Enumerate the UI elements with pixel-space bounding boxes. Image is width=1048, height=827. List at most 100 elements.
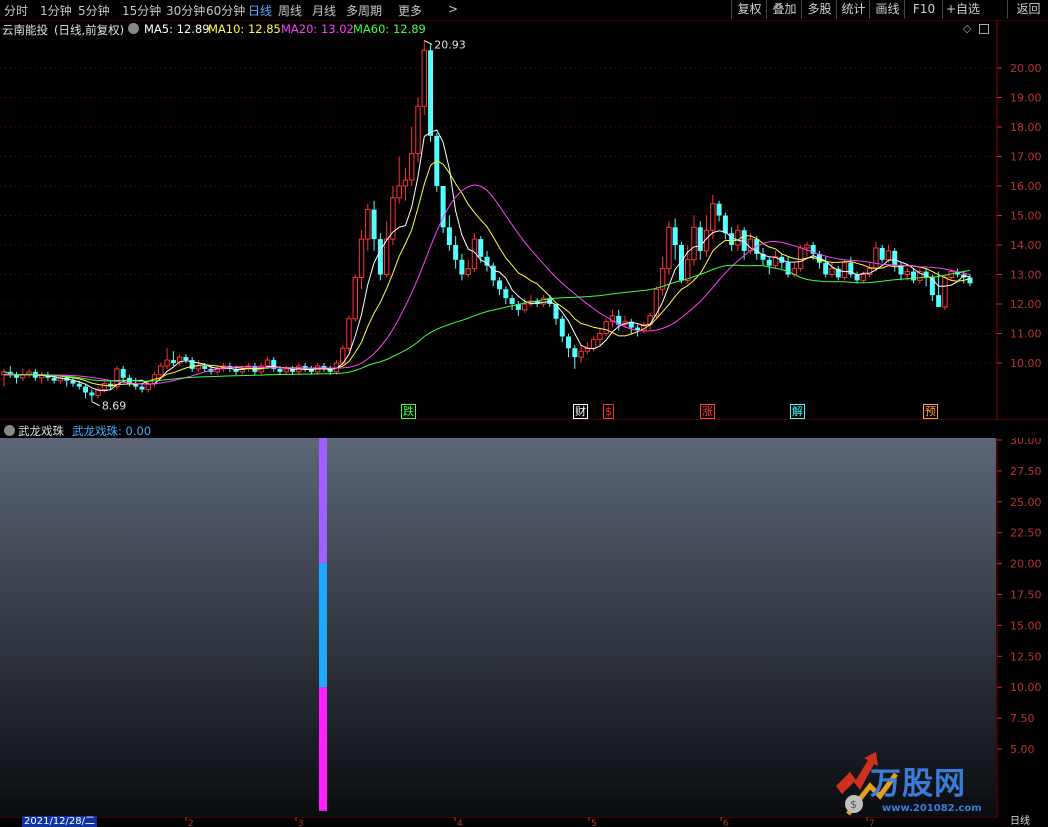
- event-marker-5[interactable]: 预: [923, 404, 938, 419]
- candle-body-8: [51, 377, 57, 381]
- candle-body-90: [566, 336, 572, 349]
- period-tab-1[interactable]: 1分钟: [40, 2, 72, 19]
- candle-body-154: [967, 277, 973, 284]
- period-tab-6[interactable]: 日线: [248, 2, 272, 19]
- toolbar-button-7[interactable]: 返回: [1007, 0, 1048, 19]
- candle-body-57: [358, 238, 365, 278]
- candle-body-66: [415, 105, 421, 155]
- candle-body-68: [428, 50, 434, 136]
- candle-body-86: [540, 297, 547, 305]
- candle-body-74: [465, 268, 471, 276]
- event-marker-0[interactable]: 跌: [401, 404, 416, 419]
- event-marker-3[interactable]: 涨: [700, 404, 715, 419]
- toolbar-button-6[interactable]: +自选: [942, 0, 983, 19]
- candle-body-27: [170, 360, 176, 363]
- candle-body-29: [183, 357, 189, 361]
- high-pointer: [424, 40, 433, 46]
- period-tab-0[interactable]: 分时: [4, 2, 28, 19]
- x-tick-label-1: 3: [298, 819, 304, 827]
- candle-body-61: [383, 238, 390, 276]
- period-tab-8[interactable]: 月线: [312, 2, 336, 19]
- toolbar-button-4[interactable]: 画线: [869, 0, 905, 19]
- candle-body-71: [446, 227, 452, 245]
- candle-body-117: [735, 229, 741, 246]
- indicator-bar-segment-1: [319, 563, 327, 688]
- candle-body-108: [678, 245, 684, 281]
- candle-body-95: [597, 333, 603, 340]
- watermark-url: www.201082.com: [882, 803, 982, 814]
- indicator-bar-segment-2: [319, 438, 327, 564]
- candle-body-115: [722, 215, 728, 234]
- period-tab-10[interactable]: 更多: [398, 2, 422, 19]
- y-tick-label-1: 11.00: [1010, 328, 1042, 341]
- candle-body-67: [421, 49, 427, 107]
- period-tab-4[interactable]: 30分钟: [166, 2, 205, 19]
- candle-body-19: [120, 368, 126, 378]
- period-tab-9[interactable]: 多周期: [346, 2, 382, 19]
- toolbar-button-5[interactable]: F10: [904, 0, 943, 19]
- y-tick-label-10: 20.00: [1010, 62, 1042, 75]
- candle-body-44: [277, 368, 283, 372]
- y-tick-label-7: 17.00: [1010, 151, 1042, 164]
- candle-body-26: [164, 359, 170, 367]
- candle-body-116: [729, 233, 735, 245]
- candle-body-13: [83, 386, 89, 393]
- toolbar-button-3[interactable]: 统计: [836, 0, 870, 19]
- period-tab-3[interactable]: 15分钟: [122, 2, 161, 19]
- candle-body-11: [70, 380, 76, 384]
- watermark-brand: 万股网: [870, 766, 966, 802]
- candle-body-73: [459, 259, 465, 275]
- candle-body-89: [559, 318, 565, 337]
- candle-body-64: [402, 179, 409, 187]
- period-tab-2[interactable]: 5分钟: [78, 2, 110, 19]
- candle-body-145: [911, 271, 917, 281]
- candle-body-114: [716, 203, 722, 216]
- candle-body-80: [503, 289, 509, 299]
- candlestick-chart: 10.00 11.00 12.00 13.00 14.00 15.00 16.00 17.00…: [0, 20, 1048, 420]
- candle-body-92: [578, 350, 584, 358]
- more-arrow-icon[interactable]: >: [448, 2, 458, 16]
- event-marker-4[interactable]: 解: [790, 404, 805, 419]
- candle-body-12: [76, 383, 82, 387]
- candle-body-134: [841, 262, 848, 278]
- ind-tick-label-0: 5.00: [1010, 743, 1035, 756]
- candle-body-106: [666, 226, 672, 270]
- y-tick-label-5: 15.00: [1010, 210, 1042, 223]
- candle-body-122: [766, 259, 772, 266]
- candle-body-109: [685, 259, 691, 281]
- event-marker-1[interactable]: 财: [573, 404, 588, 419]
- candle-body-139: [873, 247, 879, 270]
- toolbar-button-2[interactable]: 多股: [801, 0, 837, 19]
- candle-body-79: [497, 280, 503, 290]
- indicator-circle-icon[interactable]: [4, 425, 15, 436]
- svg-text:$: $: [850, 798, 857, 811]
- ind-tick-label-10: 30.00: [1010, 438, 1042, 447]
- date-label: 2021/12/28/二: [22, 816, 98, 827]
- event-marker-2[interactable]: $: [603, 404, 614, 419]
- candle-body-72: [453, 245, 459, 260]
- toolbar-button-1[interactable]: 叠加: [766, 0, 802, 19]
- period-tab-7[interactable]: 周线: [278, 2, 302, 19]
- candle-body-149: [936, 295, 942, 307]
- ma20-line: [4, 184, 971, 385]
- ma60-line: [3, 264, 971, 382]
- ind-tick-label-8: 25.00: [1010, 496, 1042, 509]
- candle-body-25: [158, 365, 164, 376]
- candle-body-31: [195, 365, 202, 370]
- indicator-bar-segment-0: [319, 687, 327, 811]
- candle-body-96: [603, 321, 609, 335]
- ind-tick-label-5: 17.50: [1010, 589, 1042, 602]
- y-tick-label-0: 10.00: [1010, 357, 1042, 370]
- candle-body-77: [484, 256, 490, 266]
- candle-body-141: [885, 250, 892, 261]
- candle-body-76: [478, 239, 484, 257]
- y-tick-label-4: 14.00: [1010, 239, 1042, 252]
- candle-body-59: [371, 209, 377, 240]
- indicator-name: 武龙戏珠: [18, 424, 64, 438]
- period-toolbar: 分时 1分钟 5分钟 15分钟 30分钟 60分钟 日线 周线 月线 多周期 更多 > 复权 叠加 多股 统计…: [0, 0, 1048, 21]
- toolbar-button-0[interactable]: 复权: [731, 0, 767, 19]
- candle-body-45: [283, 368, 289, 373]
- candle-body-140: [879, 247, 885, 260]
- candle-body-144: [904, 271, 910, 276]
- period-tab-5[interactable]: 60分钟: [206, 2, 245, 19]
